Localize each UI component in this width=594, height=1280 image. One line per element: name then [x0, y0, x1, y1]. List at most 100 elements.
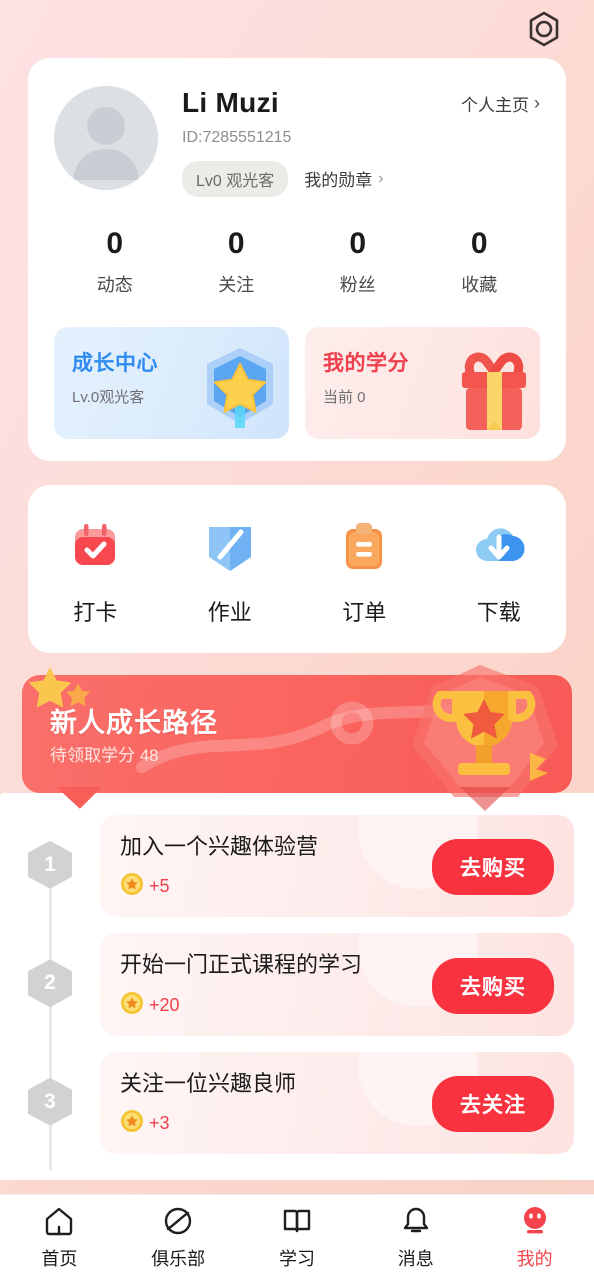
my-credits-card[interactable]: 我的学分 当前 0: [305, 326, 540, 439]
tab-label: 首页: [41, 1249, 78, 1269]
chevron-right-icon: ›: [378, 169, 384, 187]
quick-action-homework[interactable]: 作业: [163, 515, 298, 627]
task-action-button[interactable]: 去购买: [432, 839, 554, 896]
chevron-right-icon: ›: [534, 92, 540, 113]
coin-star-icon: [120, 1109, 144, 1138]
bell-icon: [356, 1204, 475, 1238]
stat-label: 粉丝: [339, 274, 376, 295]
my-medals-link[interactable]: 我的勋章 ›: [304, 166, 383, 191]
stat-label: 关注: [218, 274, 255, 295]
settings-icon[interactable]: [524, 9, 564, 49]
star-sparkle-icon: [28, 663, 98, 726]
profile-screen: Li Muzi 个人主页 › ID:7285551215 Lv0 观光客 我的勋…: [0, 0, 594, 1280]
task-row: 2 开始一门正式课程的学习 +20 去购买: [0, 933, 594, 1052]
task-card[interactable]: 加入一个兴趣体验营 +5 去购买: [100, 814, 574, 918]
growth-path-subtitle: 待领取学分 48: [50, 745, 159, 765]
profile-card: Li Muzi 个人主页 › ID:7285551215 Lv0 观光客 我的勋…: [28, 58, 566, 461]
tab-label: 俱乐部: [151, 1249, 206, 1269]
task-reward-amount: +20: [149, 994, 180, 1015]
task-row: 3 关注一位兴趣良师 +3 去关注: [0, 1051, 594, 1171]
quick-action-label: 打卡: [73, 599, 118, 625]
stats-row: 0 动态 0 关注 0 粉丝 0 收藏: [54, 227, 540, 297]
planet-icon: [119, 1204, 238, 1238]
stat-followers[interactable]: 0 粉丝: [297, 227, 419, 297]
growth-path-banner[interactable]: 新人成长路径 待领取学分 48: [22, 664, 572, 811]
task-title: 开始一门正式课程的学习: [120, 952, 363, 978]
task-reward: +3: [120, 1109, 432, 1138]
step-rail: 2: [0, 933, 100, 1052]
task-body: 加入一个兴趣体验营 +5: [120, 833, 432, 902]
task-body: 开始一门正式课程的学习 +20: [120, 951, 432, 1020]
stat-label: 收藏: [461, 274, 498, 295]
step-rail: 3: [0, 1051, 100, 1171]
tab-mine[interactable]: 我的: [475, 1204, 594, 1271]
task-list: 1 加入一个兴趣体验营 +5 去购买 2 开始一门正式课程的学习 +20 去购买…: [0, 792, 594, 1181]
book-pen-icon: [163, 515, 298, 577]
quick-action-orders[interactable]: 订单: [297, 515, 432, 627]
level-tag: Lv0 观光客: [182, 160, 289, 197]
star-shield-icon: [197, 338, 283, 439]
stat-value: 0: [470, 226, 488, 260]
smiley-face-icon: [475, 1204, 594, 1238]
promo-row: 成长中心 Lv.0观光客 我的学分 当前 0: [54, 326, 540, 439]
task-action-button[interactable]: 去关注: [432, 1076, 554, 1133]
task-body: 关注一位兴趣良师 +3: [120, 1070, 432, 1139]
step-badge: 2: [28, 959, 72, 1008]
user-name: Li Muzi: [182, 87, 279, 118]
stat-label: 动态: [96, 274, 133, 295]
growth-path-section: 新人成长路径 待领取学分 48 1 加入一个兴趣体验营 +5 去购买 2 开始一…: [0, 664, 594, 1181]
quick-action-download[interactable]: 下载: [432, 515, 567, 627]
tab-messages[interactable]: 消息: [356, 1204, 475, 1271]
tab-label: 学习: [278, 1249, 315, 1269]
task-reward: +20: [120, 991, 432, 1020]
quick-action-label: 作业: [207, 599, 252, 625]
task-title: 加入一个兴趣体验营: [120, 833, 319, 859]
my-medals-label: 我的勋章: [304, 171, 373, 191]
gift-box-icon: [454, 342, 534, 439]
task-card[interactable]: 开始一门正式课程的学习 +20 去购买: [100, 933, 574, 1036]
quick-actions-card: 打卡 作业 订单 下载: [28, 484, 567, 653]
task-card[interactable]: 关注一位兴趣良师 +3 去关注: [100, 1051, 574, 1155]
calendar-check-icon: [28, 515, 163, 577]
stat-value: 0: [106, 226, 124, 260]
profile-header: Li Muzi 个人主页 › ID:7285551215 Lv0 观光客 我的勋…: [54, 84, 540, 197]
user-id: ID:7285551215: [182, 128, 292, 146]
task-row: 1 加入一个兴趣体验营 +5 去购买: [0, 814, 594, 934]
tab-club[interactable]: 俱乐部: [119, 1204, 238, 1271]
bottom-tab-bar: 首页 俱乐部 学习 消息 我的: [0, 1194, 594, 1280]
quick-action-checkin[interactable]: 打卡: [28, 515, 163, 627]
quick-action-label: 下载: [476, 599, 521, 625]
step-rail: 1: [0, 815, 100, 934]
quick-action-label: 订单: [342, 599, 387, 625]
profile-info: Li Muzi 个人主页 › ID:7285551215 Lv0 观光客 我的勋…: [158, 84, 540, 197]
task-action-button[interactable]: 去购买: [432, 957, 554, 1014]
top-bar: [0, 0, 594, 58]
cloud-download-icon: [432, 515, 567, 577]
task-reward: +5: [120, 872, 432, 901]
stat-value: 0: [349, 226, 367, 260]
trophy-icon: [398, 661, 568, 818]
tab-label: 消息: [397, 1249, 434, 1269]
task-title: 关注一位兴趣良师: [120, 1070, 297, 1096]
homepage-link[interactable]: 个人主页 ›: [461, 91, 540, 116]
avatar[interactable]: [54, 86, 158, 190]
coin-star-icon: [120, 991, 144, 1020]
stat-value: 0: [227, 226, 245, 260]
step-badge: 1: [28, 840, 72, 889]
tab-label: 我的: [516, 1249, 553, 1269]
coin-star-icon: [120, 872, 144, 901]
badge-row: Lv0 观光客 我的勋章 ›: [182, 160, 540, 197]
stat-favorites[interactable]: 0 收藏: [419, 227, 541, 297]
home-icon: [0, 1204, 119, 1238]
stat-following[interactable]: 0 关注: [176, 227, 298, 297]
clipboard-list-icon: [297, 515, 432, 577]
tab-study[interactable]: 学习: [238, 1204, 357, 1271]
name-row: Li Muzi 个人主页 ›: [182, 87, 540, 119]
homepage-link-label: 个人主页: [461, 95, 529, 115]
growth-center-card[interactable]: 成长中心 Lv.0观光客: [54, 326, 289, 439]
task-reward-amount: +3: [149, 1113, 170, 1134]
open-book-icon: [238, 1204, 357, 1238]
stat-moments[interactable]: 0 动态: [54, 227, 176, 297]
tab-home[interactable]: 首页: [0, 1204, 119, 1271]
default-avatar-icon: [54, 86, 158, 190]
